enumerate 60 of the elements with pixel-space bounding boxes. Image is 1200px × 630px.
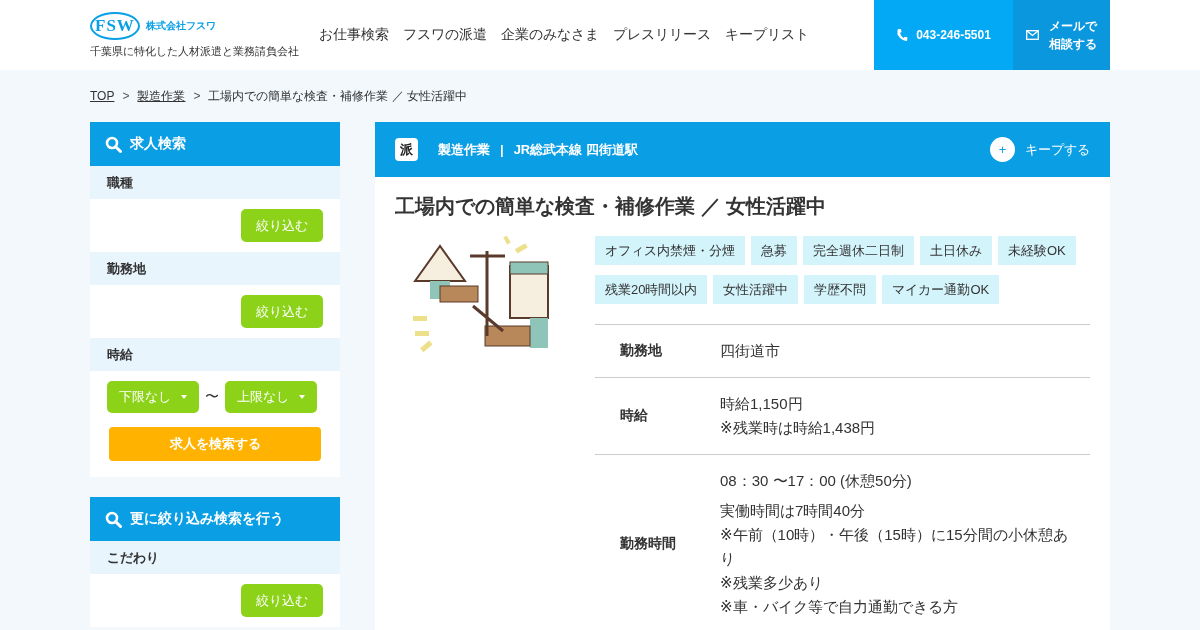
filter-label: こだわり <box>90 541 340 574</box>
panel-title: 求人検索 <box>130 135 186 153</box>
max-wage-dropdown[interactable]: 上限なし <box>225 381 317 413</box>
filter-label: 時給 <box>90 338 340 371</box>
filter-button[interactable]: 絞り込む <box>241 209 323 242</box>
filter-button[interactable]: 絞り込む <box>241 295 323 328</box>
caret-icon <box>181 395 187 399</box>
job-category: 製造作業 <box>438 140 490 159</box>
logo-mark[interactable]: FSW <box>90 11 140 40</box>
breadcrumb-separator: > <box>193 89 201 103</box>
breadcrumb-link[interactable]: 製造作業 <box>137 87 186 105</box>
detail-value: 時給1,150円 <box>720 394 804 414</box>
feature-tag: オフィス内禁煙・分煙 <box>595 236 745 265</box>
detail-value: 08：30 〜17：00 (休憩50分) <box>720 471 913 491</box>
detail-label: 勤務時間 <box>619 535 677 553</box>
search-button[interactable]: 求人を検索する <box>109 427 321 461</box>
keep-button[interactable]: + キープする <box>990 137 1090 162</box>
detail-value: ※車・バイク等で自力通勤できる方 <box>720 597 959 617</box>
mail-button[interactable]: メールで 相談する <box>1013 0 1110 70</box>
detail-value: ※午前（10時）・午後（15時）に15分間の小休憩あり <box>720 525 1069 569</box>
filter-button[interactable]: 絞り込む <box>241 584 323 617</box>
detail-value: 実働時間は7時間40分 <box>720 501 867 521</box>
feature-tag: 残業20時間以内 <box>595 275 708 304</box>
mail-icon <box>1026 30 1039 40</box>
feature-tag: 完全週休二日制 <box>803 236 914 265</box>
dispatch-badge: 派 <box>395 138 418 161</box>
search-icon <box>105 510 122 528</box>
detail-value: ※残業多少あり <box>720 573 824 593</box>
filter-label: 職種 <box>90 166 340 199</box>
feature-tag: 急募 <box>751 236 797 265</box>
nav-link[interactable]: フスワの派遣 <box>403 26 487 44</box>
detail-value: ※残業時は時給1,438円 <box>720 418 877 438</box>
job-title: 工場内での簡単な検査・補修作業 ／ 女性活躍中 <box>395 194 828 219</box>
range-separator: 〜 <box>205 388 219 406</box>
filter-label: 勤務地 <box>90 252 340 285</box>
breadcrumb-current: 工場内での簡単な検査・補修作業 ／ 女性活躍中 <box>208 87 468 105</box>
tagline: 千葉県に特化した人材派遣と業務請負会社 <box>90 43 300 59</box>
feature-tag: 未経験OK <box>998 236 1076 265</box>
phone-icon <box>896 28 909 42</box>
detail-label: 時給 <box>619 407 649 425</box>
detail-value: 四街道市 <box>720 341 781 361</box>
caret-icon <box>299 395 305 399</box>
phone-button[interactable]: 043-246-5501 <box>874 0 1013 70</box>
feature-tag: 女性活躍中 <box>713 275 799 304</box>
panel-title: 更に絞り込み検索を行う <box>130 510 284 528</box>
nav-link[interactable]: キープリスト <box>725 26 809 44</box>
job-station: JR総武本線 四街道駅 <box>513 140 638 159</box>
search-icon <box>105 135 122 153</box>
min-wage-dropdown[interactable]: 下限なし <box>107 381 199 413</box>
feature-tag: マイカー通勤OK <box>882 275 1000 304</box>
detail-label: 勤務地 <box>619 342 663 360</box>
breadcrumb-separator: > <box>122 89 130 103</box>
feature-tag: 土日休み <box>920 236 992 265</box>
nav-link[interactable]: 企業のみなさま <box>501 26 599 44</box>
nav-link[interactable]: プレスリリース <box>613 26 711 44</box>
feature-tag: 学歴不問 <box>804 275 877 304</box>
header-divider: | <box>500 142 504 157</box>
breadcrumb-link[interactable]: TOP <box>90 89 115 103</box>
company-name: 株式会社フスワ <box>145 18 216 33</box>
nav-link[interactable]: お仕事検索 <box>319 26 389 44</box>
